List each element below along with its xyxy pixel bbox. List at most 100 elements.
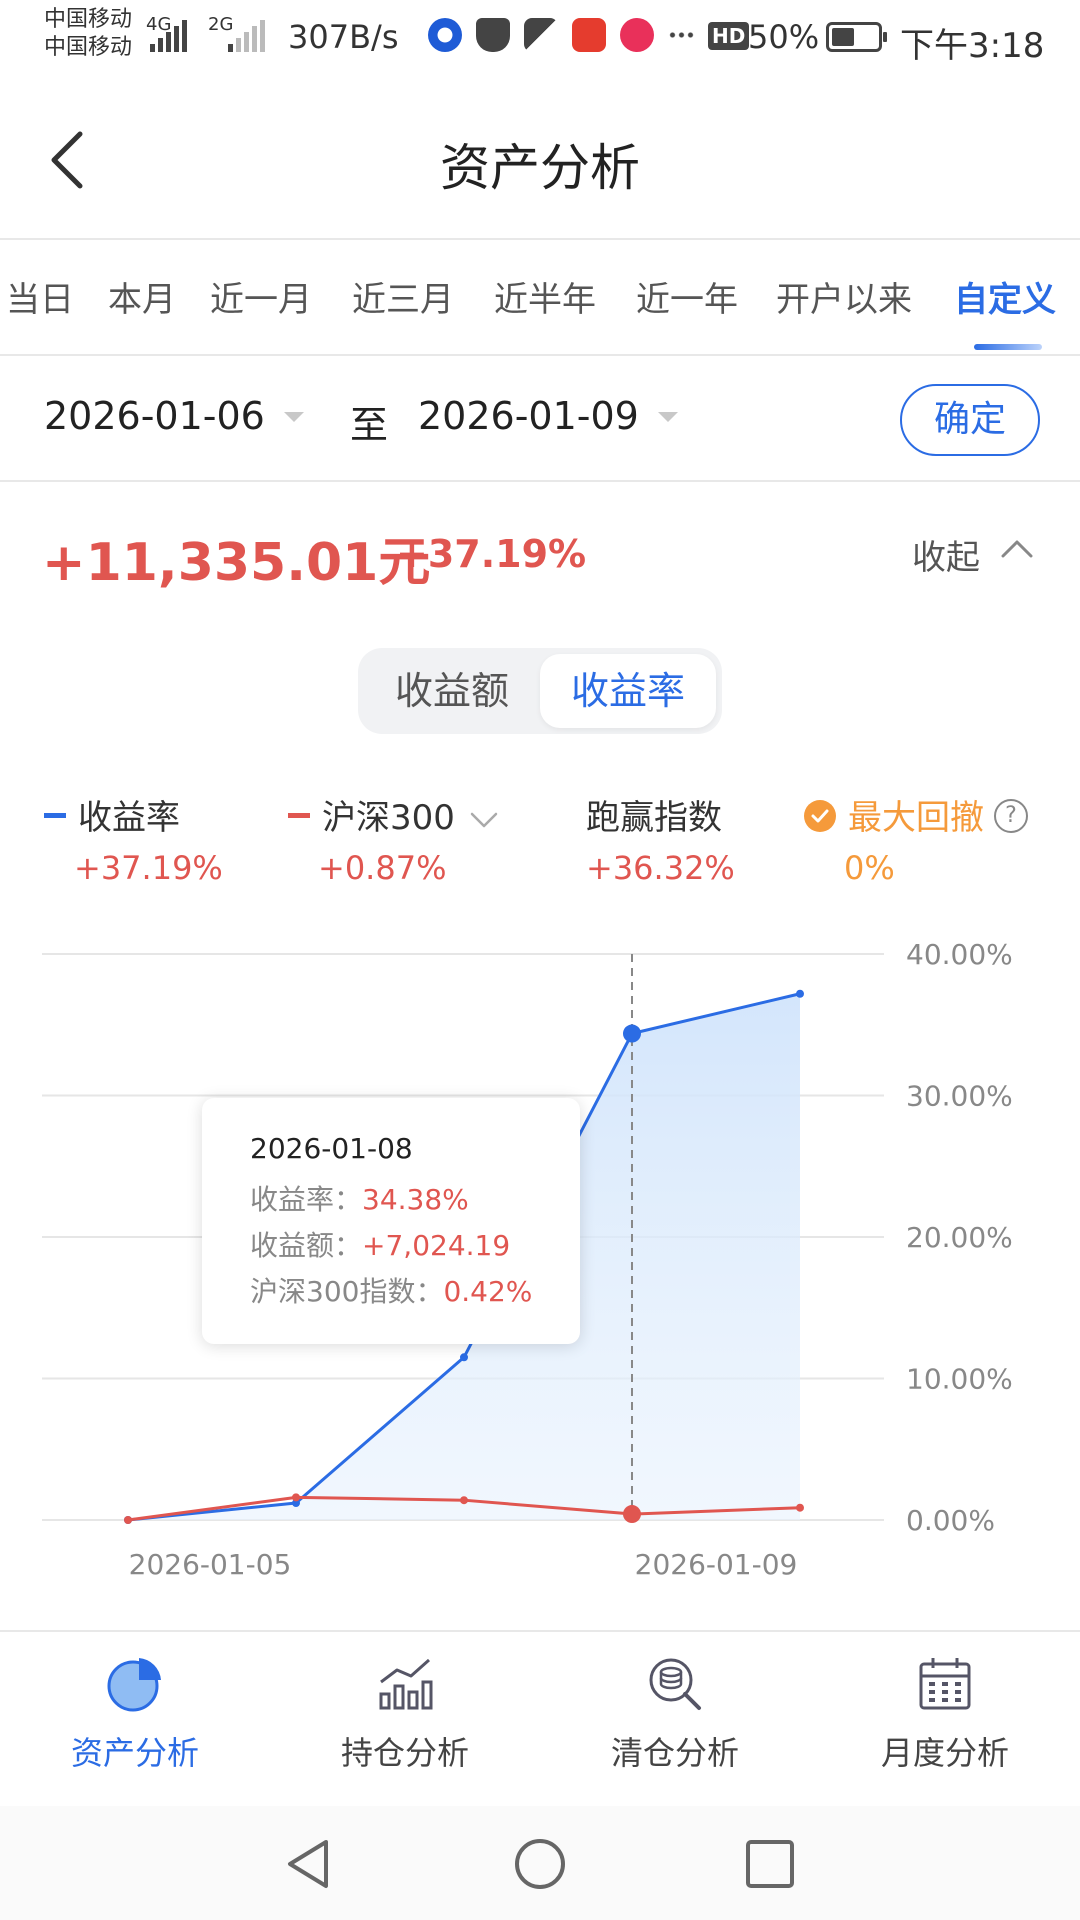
hd-badge: HD bbox=[708, 22, 750, 50]
profit-rate-point bbox=[623, 1024, 641, 1043]
bar-trend-icon bbox=[379, 1658, 433, 1710]
date-range-row: 2026-01-06 至 2026-01-09 确定 bbox=[0, 356, 1080, 480]
csi300-point bbox=[292, 1493, 300, 1502]
legend-item-outperform: 跑赢指数 +36.32% bbox=[586, 790, 735, 887]
confirm-button[interactable]: 确定 bbox=[900, 384, 1040, 456]
metric-toggle: 收益额 收益率 bbox=[358, 648, 722, 734]
y-tick-label: 30.00% bbox=[906, 1080, 1013, 1113]
paper-plane-icon bbox=[524, 18, 558, 52]
system-back-icon[interactable] bbox=[280, 1834, 340, 1894]
y-tick-label: 10.00% bbox=[906, 1363, 1013, 1396]
tooltip-amount-row: 收益额：+7,024.19 bbox=[250, 1224, 580, 1270]
chevron-down-icon[interactable] bbox=[469, 810, 499, 830]
toggle-profit-amount[interactable]: 收益额 bbox=[364, 654, 540, 728]
period-tabs: 当日 本月 近一月 近三月 近半年 近一年 开户以来 自定义 bbox=[0, 242, 1080, 354]
nav-monthly-analysis[interactable]: 月度分析 bbox=[810, 1634, 1080, 1804]
nav-asset-analysis[interactable]: 资产分析 bbox=[0, 1634, 270, 1804]
tooltip-value: +7,024.19 bbox=[362, 1229, 511, 1262]
calendar-icon bbox=[919, 1658, 971, 1710]
system-navigation-bar bbox=[0, 1806, 1080, 1920]
tab-last-year[interactable]: 近一年 bbox=[636, 272, 738, 321]
toggle-profit-rate[interactable]: 收益率 bbox=[540, 654, 716, 728]
legend-item-profit-rate: 收益率 +37.19% bbox=[44, 790, 223, 887]
legend-value: +36.32% bbox=[586, 849, 735, 887]
check-icon[interactable] bbox=[804, 799, 836, 832]
divider bbox=[0, 238, 1080, 240]
legend-value: +0.87% bbox=[318, 849, 447, 887]
tab-last-month[interactable]: 近一月 bbox=[210, 272, 312, 321]
tab-since-opening[interactable]: 开户以来 bbox=[776, 272, 912, 321]
app-header: 资产分析 bbox=[0, 90, 1080, 240]
tab-last-half-year[interactable]: 近半年 bbox=[494, 272, 596, 321]
chevron-up-icon[interactable] bbox=[1000, 536, 1034, 560]
shield-icon bbox=[476, 18, 510, 52]
carrier-label: 中国移动 中国移动 bbox=[44, 6, 132, 62]
status-bar: 中国移动 中国移动 4G 2G 307B/s HD 50% 下午3:18 bbox=[0, 0, 1080, 80]
tab-today[interactable]: 当日 bbox=[6, 272, 74, 321]
chart-tooltip: 2026-01-08 收益率：34.38% 收益额：+7,024.19 沪深30… bbox=[202, 1098, 580, 1344]
legend-item-csi300[interactable]: 沪深300 +0.87% bbox=[288, 790, 499, 887]
x-tick-label: 2026-01-09 bbox=[635, 1548, 798, 1581]
total-profit-amount: +11,335.01元 bbox=[42, 533, 431, 593]
start-date-picker[interactable]: 2026-01-06 bbox=[44, 394, 265, 438]
nav-label: 月度分析 bbox=[880, 1734, 1009, 1772]
nav-cleared-analysis[interactable]: 清仓分析 bbox=[540, 1634, 810, 1804]
y-tick-label: 20.00% bbox=[906, 1221, 1013, 1254]
legend-name: 收益率 bbox=[78, 798, 180, 838]
tab-custom[interactable]: 自定义 bbox=[954, 272, 1056, 321]
to-label: 至 bbox=[350, 403, 389, 447]
active-tab-indicator bbox=[974, 344, 1042, 350]
play-icon bbox=[620, 18, 654, 52]
legend-value: 0% bbox=[844, 849, 895, 887]
legend-name: 跑赢指数 bbox=[586, 798, 722, 838]
tooltip-index-row: 沪深300指数：0.42% bbox=[250, 1270, 580, 1316]
chart-legend: 收益率 +37.19% 沪深300 +0.87% 跑赢指数 +36.32% 最大… bbox=[0, 790, 1080, 900]
carrier-2: 中国移动 bbox=[44, 35, 133, 60]
bottom-nav: 资产分析 持仓分析 清仓分析 月度分析 bbox=[0, 1634, 1080, 1804]
legend-name: 沪深300 bbox=[322, 798, 455, 838]
tooltip-rate-row: 收益率：34.38% bbox=[250, 1178, 580, 1224]
system-home-icon[interactable] bbox=[510, 1834, 570, 1894]
x-tick-label: 2026-01-05 bbox=[129, 1548, 292, 1581]
battery-percent: 50% bbox=[748, 18, 820, 56]
y-tick-label: 0.00% bbox=[906, 1504, 995, 1537]
carrier-1: 中国移动 bbox=[44, 7, 133, 32]
csi300-point bbox=[460, 1496, 468, 1505]
help-icon[interactable]: ? bbox=[994, 798, 1028, 833]
tooltip-value: 0.42% bbox=[443, 1275, 533, 1308]
profit-rate-point bbox=[796, 989, 804, 998]
battery-icon bbox=[826, 22, 887, 52]
nav-position-analysis[interactable]: 持仓分析 bbox=[270, 1634, 540, 1804]
tooltip-label: 收益率： bbox=[250, 1183, 363, 1216]
blue-swatch-icon bbox=[44, 813, 66, 818]
tooltip-value: 34.38% bbox=[362, 1183, 469, 1216]
csi300-point bbox=[124, 1516, 132, 1524]
y-tick-label: 40.00% bbox=[906, 938, 1013, 971]
status-time: 下午3:18 bbox=[900, 26, 1045, 66]
tooltip-label: 沪深300指数： bbox=[250, 1275, 444, 1308]
red-app-icon bbox=[572, 18, 606, 52]
coin-search-icon bbox=[649, 1658, 701, 1710]
caret-down-icon[interactable] bbox=[284, 412, 304, 422]
system-recents-icon[interactable] bbox=[740, 1834, 800, 1894]
profit-summary: +11,335.01元 +37.19% 收起 bbox=[0, 484, 1080, 624]
profit-rate-point bbox=[460, 1353, 468, 1362]
signal-bars-1-icon bbox=[150, 18, 187, 52]
tab-last-three-months[interactable]: 近三月 bbox=[352, 272, 454, 321]
legend-name: 最大回撤 bbox=[848, 798, 984, 838]
red-swatch-icon bbox=[288, 813, 310, 818]
legend-item-max-drawdown[interactable]: 最大回撤? 0% bbox=[804, 790, 1028, 887]
total-profit-rate: +37.19% bbox=[396, 532, 587, 576]
caret-down-icon[interactable] bbox=[658, 412, 678, 422]
tab-this-month[interactable]: 本月 bbox=[108, 272, 176, 321]
end-date-picker[interactable]: 2026-01-09 bbox=[418, 394, 639, 438]
signal-bars-2-icon bbox=[228, 18, 265, 52]
csi300-point bbox=[623, 1505, 641, 1524]
divider bbox=[0, 1630, 1080, 1632]
collapse-button[interactable]: 收起 bbox=[912, 530, 980, 579]
tooltip-label: 收益额： bbox=[250, 1229, 363, 1262]
legend-value: +37.19% bbox=[74, 849, 223, 887]
pie-chart-icon bbox=[107, 1658, 161, 1712]
nav-label: 资产分析 bbox=[70, 1734, 199, 1772]
page-title: 资产分析 bbox=[440, 139, 640, 197]
